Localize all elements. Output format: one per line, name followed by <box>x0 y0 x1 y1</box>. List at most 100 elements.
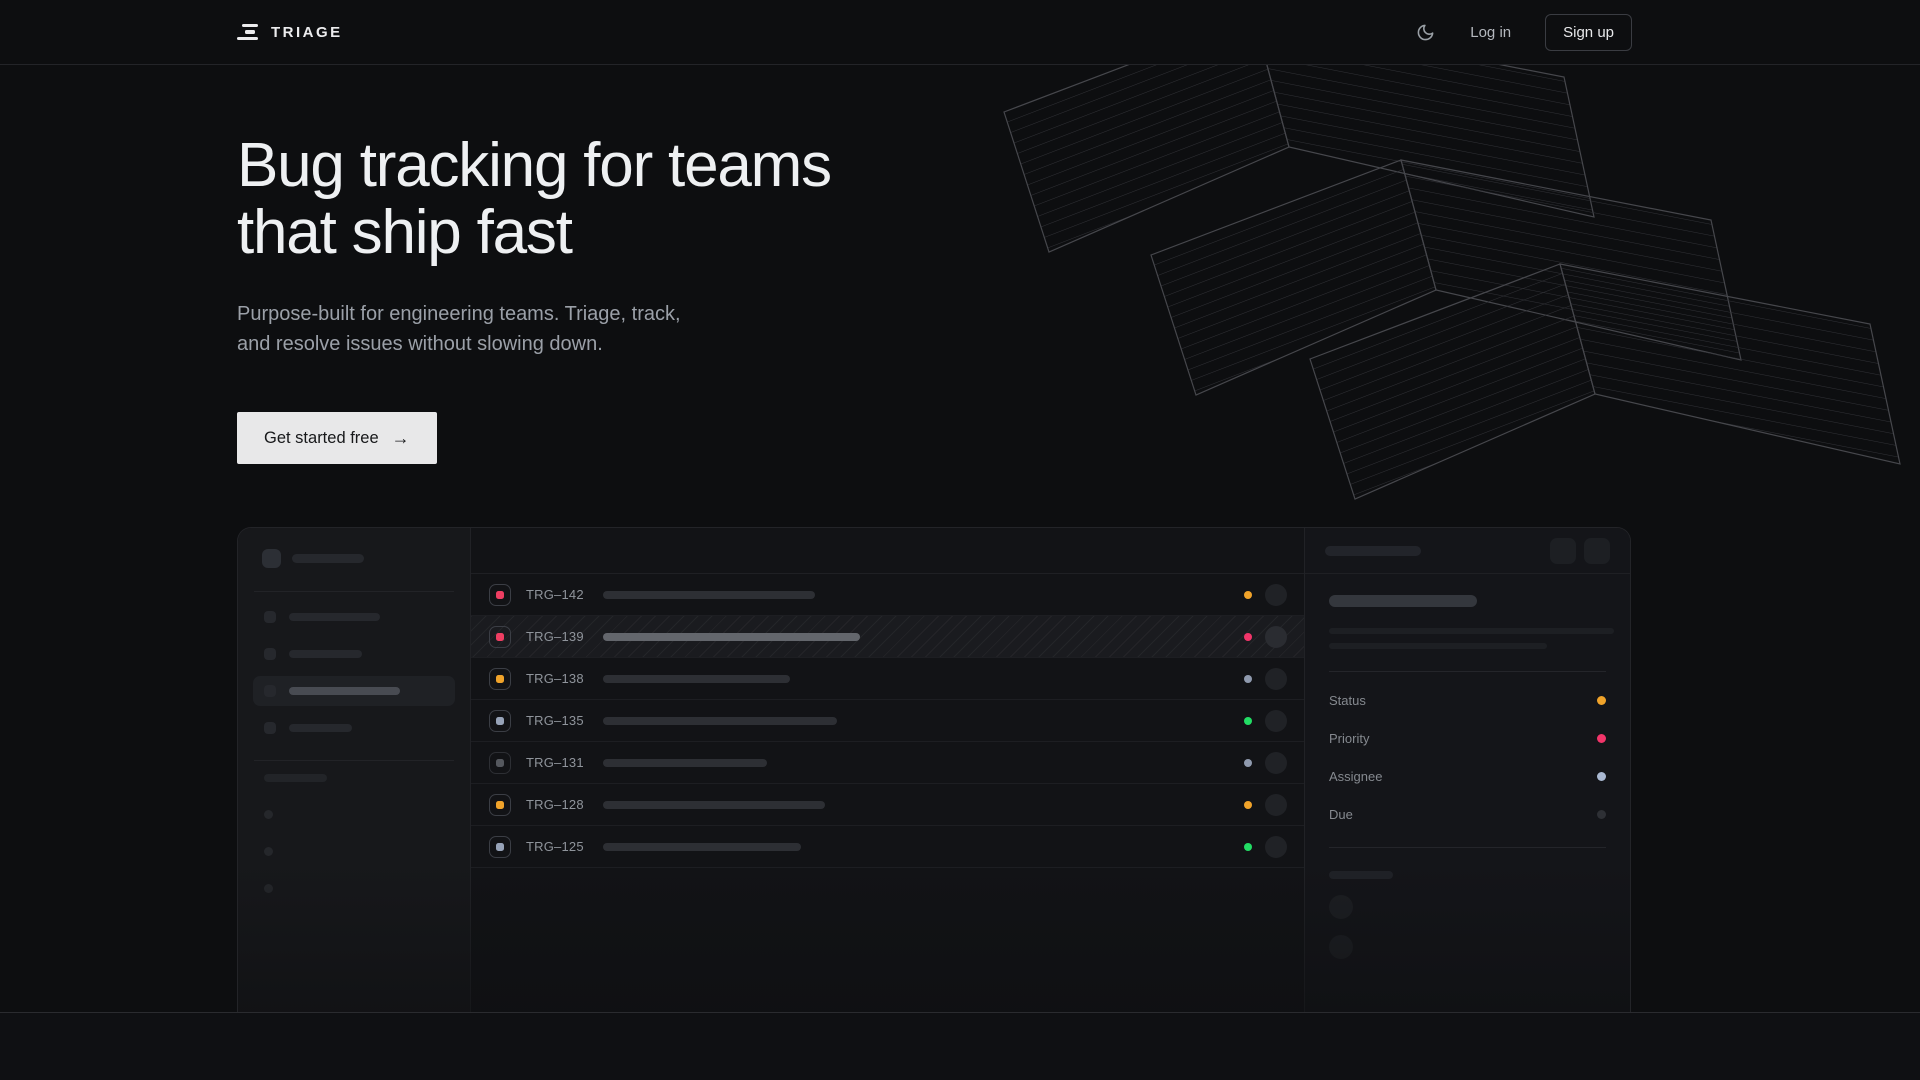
issue-row[interactable]: TRG–131 <box>471 742 1304 784</box>
sidebar-item-label-skeleton <box>289 724 352 732</box>
sidebar-item-label-skeleton <box>289 613 380 621</box>
detail-field-row: Status <box>1329 681 1606 719</box>
issue-type-icon <box>489 836 511 858</box>
status-dot <box>1244 633 1252 641</box>
detail-field-row: Due <box>1329 795 1606 833</box>
issue-row[interactable]: TRG–142 <box>471 574 1304 616</box>
issue-rows: TRG–142 TRG–139 <box>471 574 1304 868</box>
issue-row[interactable]: TRG–128 <box>471 784 1304 826</box>
sidebar-item-skeleton <box>253 639 455 669</box>
app-preview-mockup: TRG–142 TRG–139 <box>237 527 1631 1012</box>
issue-detail-panel: Status Priority Assignee Due <box>1304 528 1630 1012</box>
signup-button[interactable]: Sign up <box>1545 14 1632 51</box>
detail-field-value-dot <box>1597 734 1606 743</box>
workspace-name-skeleton <box>292 554 364 563</box>
moon-icon <box>1416 23 1435 42</box>
detail-action-button[interactable] <box>1550 538 1576 564</box>
issue-type-icon <box>489 626 511 648</box>
detail-fields: Status Priority Assignee Due <box>1329 681 1606 833</box>
arrow-right-icon: → <box>392 429 410 447</box>
detail-panel-header <box>1305 528 1630 574</box>
assignee-avatar <box>1265 668 1287 690</box>
sidebar-dot-skeleton <box>264 810 273 819</box>
status-dot <box>1244 843 1252 851</box>
sidebar-dot-skeleton <box>264 847 273 856</box>
landing-page: TRIAGE Log in Sign up <box>0 0 1920 1080</box>
detail-divider <box>1329 847 1606 848</box>
detail-title-skeleton <box>1329 595 1477 607</box>
issue-list-header <box>471 528 1304 574</box>
detail-field-label: Due <box>1329 807 1353 822</box>
sidebar-item-icon-skeleton <box>264 611 276 623</box>
issue-id: TRG–138 <box>526 671 590 686</box>
navbar: TRIAGE Log in Sign up <box>0 0 1920 65</box>
sidebar-item-skeleton <box>253 676 455 706</box>
assignee-avatar <box>1265 710 1287 732</box>
wireframe-panels-graphic <box>950 65 1920 535</box>
issue-title-skeleton <box>603 801 825 809</box>
issue-type-icon <box>489 794 511 816</box>
workspace-switcher-skeleton <box>238 544 470 572</box>
triage-logo-icon <box>237 24 259 41</box>
detail-text-skeleton <box>1329 643 1547 649</box>
issue-row[interactable]: TRG–135 <box>471 700 1304 742</box>
hero-subtitle: Purpose-built for engineering teams. Tri… <box>237 299 717 359</box>
detail-field-label: Assignee <box>1329 769 1382 784</box>
assignee-avatar <box>1265 584 1287 606</box>
issue-id: TRG–131 <box>526 755 590 770</box>
status-dot <box>1244 759 1252 767</box>
issue-list-panel: TRG–142 TRG–139 <box>471 528 1304 1012</box>
detail-field-row: Assignee <box>1329 757 1606 795</box>
issue-title-skeleton <box>603 717 837 725</box>
sidebar-divider <box>254 591 454 592</box>
login-link[interactable]: Log in <box>1470 24 1511 41</box>
detail-field-row: Priority <box>1329 719 1606 757</box>
detail-field-label: Priority <box>1329 731 1369 746</box>
sidebar-item-icon-skeleton <box>264 648 276 660</box>
issue-id: TRG–128 <box>526 797 590 812</box>
sidebar-item-skeleton <box>253 602 455 632</box>
issue-type-icon <box>489 668 511 690</box>
theme-toggle-button[interactable] <box>1414 21 1436 43</box>
assignee-avatar <box>1265 752 1287 774</box>
sidebar-divider <box>254 760 454 761</box>
sidebar-item-skeleton <box>253 713 455 743</box>
issue-type-icon <box>489 710 511 732</box>
detail-field-label: Status <box>1329 693 1366 708</box>
mockup-sidebar <box>238 528 471 1012</box>
issue-id: TRG–135 <box>526 713 590 728</box>
issue-title-skeleton <box>603 843 801 851</box>
assignee-avatar <box>1265 794 1287 816</box>
navbar-actions: Log in Sign up <box>1414 14 1632 51</box>
issue-row[interactable]: TRG–138 <box>471 658 1304 700</box>
issue-title-skeleton <box>603 633 860 641</box>
issue-id: TRG–125 <box>526 839 590 854</box>
status-dot <box>1244 801 1252 809</box>
activity-avatar-skeleton <box>1329 895 1353 919</box>
assignee-avatar <box>1265 626 1287 648</box>
sidebar-item-icon-skeleton <box>264 722 276 734</box>
sidebar-item-label-skeleton <box>289 650 362 658</box>
hero-title: Bug tracking for teams that ship fast <box>237 132 831 266</box>
issue-title-skeleton <box>603 591 815 599</box>
sidebar-section-label-skeleton <box>264 774 327 782</box>
issue-title-skeleton <box>603 675 790 683</box>
issue-id: TRG–142 <box>526 587 590 602</box>
footer-band <box>0 1013 1920 1080</box>
status-dot <box>1244 675 1252 683</box>
detail-field-value-dot <box>1597 696 1606 705</box>
sidebar-nav-skeleton <box>238 602 470 743</box>
get-started-button[interactable]: Get started free → <box>237 412 437 464</box>
detail-field-value-dot <box>1597 810 1606 819</box>
detail-action-button[interactable] <box>1584 538 1610 564</box>
issue-title-skeleton <box>603 759 767 767</box>
brand-name: TRIAGE <box>271 24 343 41</box>
sidebar-dot-skeleton <box>264 884 273 893</box>
issue-row[interactable]: TRG–139 <box>471 616 1304 658</box>
brand[interactable]: TRIAGE <box>237 24 343 41</box>
hero-title-line2: that ship fast <box>237 198 572 267</box>
activity-label-skeleton <box>1329 871 1393 879</box>
sidebar-item-label-skeleton <box>289 687 400 695</box>
issue-row[interactable]: TRG–125 <box>471 826 1304 868</box>
activity-avatar-skeleton <box>1329 935 1353 959</box>
